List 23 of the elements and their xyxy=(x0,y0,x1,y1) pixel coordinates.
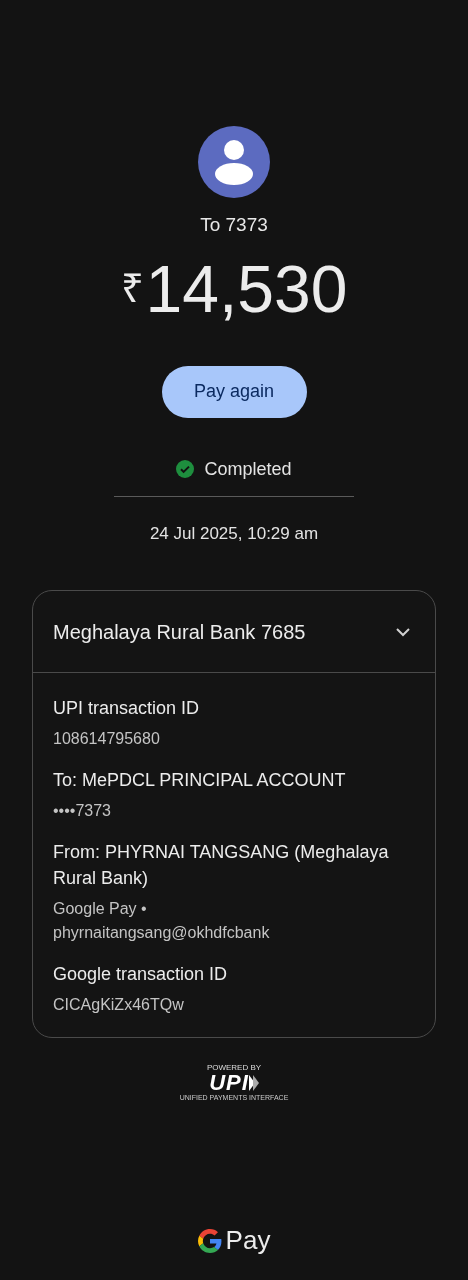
detail-label: From: PHYRNAI TANGSANG (Meghalaya Rural Bank) xyxy=(53,841,390,890)
status-label: Completed xyxy=(204,457,292,481)
gpay-logo-text: Pay xyxy=(225,1224,271,1257)
check-circle-icon xyxy=(176,460,195,478)
detail-label: To: MePDCL PRINCIPAL ACCOUNT xyxy=(53,769,347,792)
detail-label: UPI transaction ID xyxy=(53,697,201,720)
amount-text: ₹14,530 xyxy=(120,255,348,322)
transaction-datetime: 24 Jul 2025, 10:29 am xyxy=(149,522,319,545)
detail-value: phyrnaitangsang@okhdfcbank xyxy=(53,923,271,943)
avatar-icon xyxy=(198,126,270,198)
google-g-icon xyxy=(197,1228,222,1253)
detail-value: CICAgKiZx46TQw xyxy=(53,995,185,1015)
detail-label: Google transaction ID xyxy=(53,963,229,986)
upi-logo-text: UPI xyxy=(209,1072,249,1094)
recipient-label: To 7373 xyxy=(200,213,268,237)
detail-value: Google Pay • xyxy=(53,899,148,919)
upi-arrow-icon xyxy=(248,1075,259,1091)
chevron-down-icon[interactable] xyxy=(395,626,411,637)
detail-value: ••••7373 xyxy=(53,801,112,821)
detail-value: 108614795680 xyxy=(53,729,161,749)
pay-again-button[interactable]: Pay again xyxy=(161,365,307,418)
powered-by-text: POWERED BY xyxy=(206,1064,262,1072)
account-title: Meghalaya Rural Bank 7685 xyxy=(53,619,306,645)
